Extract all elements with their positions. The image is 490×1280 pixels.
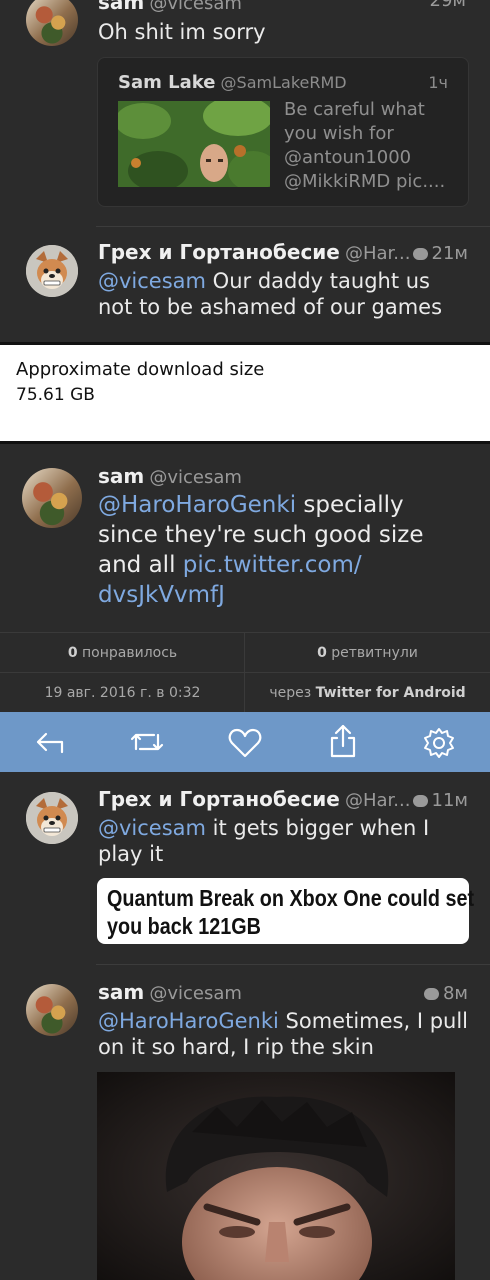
text-segment: it gets bigger when I [206, 816, 430, 840]
retweets-stat[interactable]: 0 ретвитнули [245, 633, 490, 673]
author-handle: @Har... [344, 790, 411, 811]
retweets-label: ретвитнули [326, 645, 418, 661]
via-app-name[interactable]: Twitter for Android [316, 685, 466, 701]
headline-text: Quantum Break on Xbox One could set you … [107, 884, 474, 940]
speech-bubble-icon [412, 248, 428, 260]
tweet-text: @vicesam it gets bigger when I play it [98, 815, 478, 867]
text-segment: not to be ashamed of our games [98, 295, 443, 319]
text-segment: since they're such good size [98, 522, 424, 548]
quote-author-name: Sam Lake [118, 72, 216, 93]
tweet-text: @vicesam Our daddy taught us not to be a… [98, 268, 478, 320]
text-segment: and all [98, 552, 183, 578]
quote-text: Be careful what you wish for @antoun1000… [284, 98, 464, 194]
author-handle: @Har... [344, 243, 411, 264]
banner-title: Approximate download size [16, 359, 265, 380]
headline-image-card[interactable]: Quantum Break on Xbox One could set you … [97, 878, 474, 944]
tweet-photo[interactable] [97, 1072, 455, 1280]
quote-text-line: Be careful what [284, 99, 425, 120]
tweet-header: sam @vicesam [98, 0, 242, 14]
author-name[interactable]: sam [98, 0, 144, 14]
divider [96, 226, 490, 227]
timestamp: 29м [429, 0, 466, 11]
pic-link[interactable]: pic.twitter.com/ [183, 552, 362, 578]
avatar[interactable] [26, 245, 78, 297]
quote-author-handle: @SamLakeRMD [220, 73, 347, 92]
stats-row: 0 понравилось 0 ретвитнули [0, 632, 490, 673]
dog-avatar-image [26, 792, 78, 844]
reply-icon[interactable] [34, 728, 66, 756]
avatar[interactable] [26, 792, 78, 844]
headline-line: Quantum Break on Xbox One could set [107, 885, 475, 911]
author-name[interactable]: sam [98, 464, 144, 488]
likes-label: понравилось [77, 645, 178, 661]
tweet-text: @HaroHaroGenki Sometimes, I pull on it s… [98, 1008, 478, 1060]
author-handle: @vicesam [149, 983, 242, 1004]
pic-link[interactable]: dvsJkVvmfJ [98, 582, 225, 608]
quoted-tweet[interactable]: Sam Lake @SamLakeRMD 1ч Be careful what … [97, 57, 469, 207]
text-segment: Sometimes, I pull [278, 1009, 469, 1033]
retweet-icon[interactable] [128, 727, 166, 757]
download-size-banner: Approximate download size 75.61 GB [0, 342, 490, 444]
reply-indicator: 11м [412, 790, 468, 811]
settings-icon[interactable] [422, 726, 456, 760]
likes-stat[interactable]: 0 понравилось [0, 633, 245, 673]
quote-thumbnail[interactable] [118, 101, 270, 187]
mention-link[interactable]: @vicesam [98, 816, 206, 840]
info-row: 19 авг. 2016 г. в 0:32 через Twitter for… [0, 672, 490, 713]
avatar[interactable] [26, 0, 78, 46]
timestamp: 11м [431, 790, 468, 811]
likes-count: 0 [67, 645, 78, 661]
like-icon[interactable] [227, 727, 263, 759]
banner-size: 75.61 GB [16, 385, 95, 405]
avatar[interactable] [26, 984, 78, 1036]
tweet-header: Грех и Гортанобесие @Har... [98, 240, 410, 264]
tweet-header: sam @vicesam [98, 980, 242, 1004]
text-segment: play it [98, 842, 164, 866]
action-toolbar [0, 712, 490, 772]
quote-text-line: you wish for [284, 123, 394, 144]
via-app: через Twitter for Android [245, 673, 490, 713]
mention-link[interactable]: @vicesam [98, 269, 206, 293]
tweet-text: @HaroHaroGenki specially since they're s… [98, 490, 478, 610]
timestamp: 21м [431, 243, 468, 264]
via-label: через [269, 685, 316, 701]
reply-indicator: 8м [423, 983, 468, 1004]
mention-link[interactable]: @HaroHaroGenki [98, 492, 296, 518]
text-segment: on it so hard, I rip the skin [98, 1035, 374, 1059]
author-name[interactable]: sam [98, 980, 144, 1004]
mention-link[interactable]: @HaroHaroGenki [98, 1009, 279, 1033]
text-segment: Our daddy taught us [206, 269, 430, 293]
author-handle: @vicesam [149, 467, 242, 488]
quote-text-line: @antoun1000 [284, 147, 412, 168]
divider [96, 964, 490, 965]
speech-bubble-icon [412, 795, 428, 807]
tweet-text: Oh shit im sorry [98, 20, 266, 44]
author-name[interactable]: Грех и Гортанобесие [98, 240, 340, 264]
share-icon[interactable] [328, 722, 358, 760]
retweets-count: 0 [317, 645, 327, 661]
headline-line: you back 121GB [107, 913, 261, 939]
author-handle: @vicesam [149, 0, 242, 14]
quote-header: Sam Lake @SamLakeRMD [118, 72, 347, 93]
timestamp: 8м [442, 983, 468, 1004]
reply-indicator: 21м [412, 243, 468, 264]
tweet-header: sam @vicesam [98, 464, 242, 488]
tweet-date: 19 авг. 2016 г. в 0:32 [44, 685, 201, 701]
text-segment: specially [296, 492, 404, 518]
quote-text-line: @MikkiRMD pic.... [284, 171, 446, 192]
tweet-header: Грех и Гортанобесие @Har... [98, 787, 410, 811]
quote-timestamp: 1ч [428, 73, 448, 92]
author-name[interactable]: Грех и Гортанобесие [98, 787, 340, 811]
dog-avatar-image [26, 245, 78, 297]
speech-bubble-icon [423, 988, 439, 1000]
avatar[interactable] [22, 468, 82, 528]
